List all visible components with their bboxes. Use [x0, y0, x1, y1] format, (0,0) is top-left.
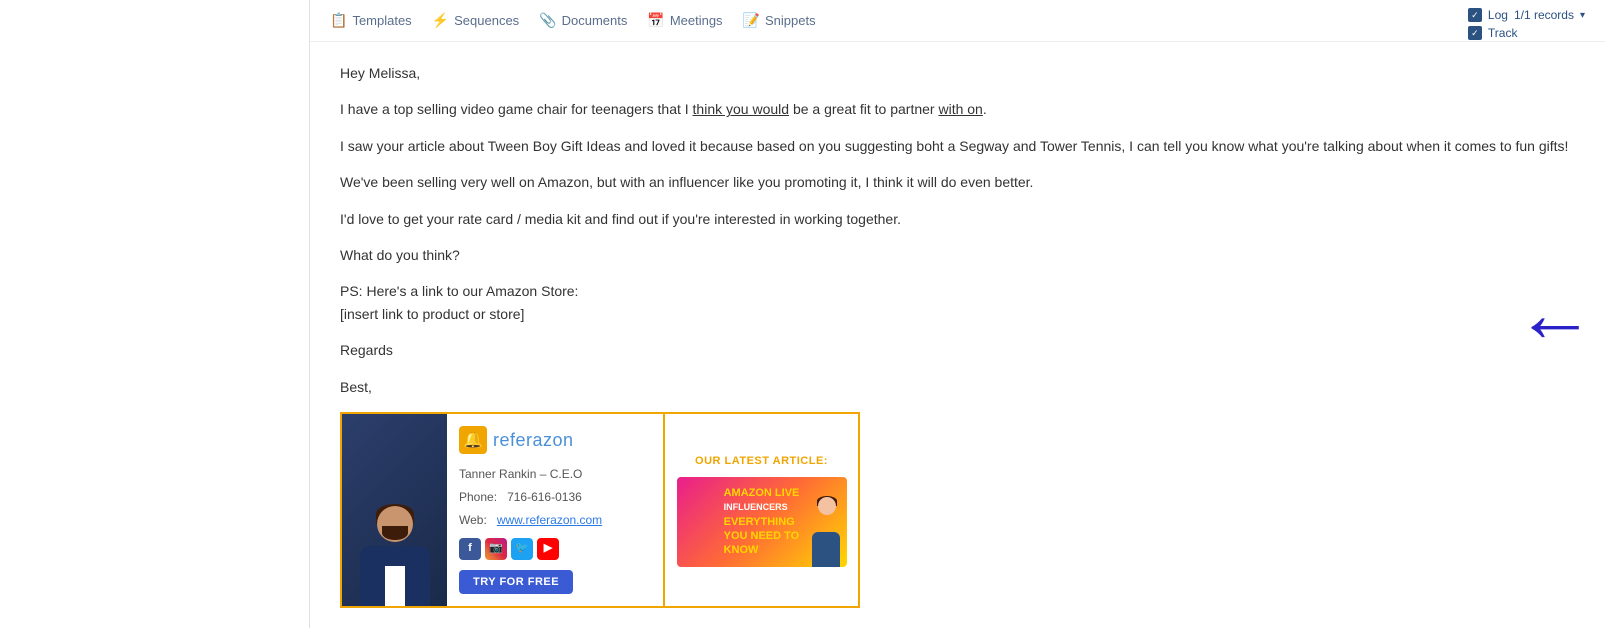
- banner-head: [818, 497, 836, 515]
- banner-line4: YOU NEED TO: [724, 530, 800, 542]
- avatar-background: [342, 414, 447, 606]
- facebook-icon[interactable]: f: [459, 538, 481, 560]
- log-row[interactable]: ✓ Log 1/1 records ▾: [1468, 8, 1585, 22]
- log-checkbox-icon: ✓: [1468, 8, 1482, 22]
- toolbar-snippets[interactable]: 📝 Snippets: [743, 12, 816, 29]
- log-label: Log: [1488, 8, 1508, 22]
- phone-number: 716-616-0136: [507, 490, 582, 504]
- toolbar-documents[interactable]: 📎 Documents: [539, 12, 627, 29]
- snippets-icon: 📝: [743, 12, 760, 29]
- twitter-icon[interactable]: 🐦: [511, 538, 533, 560]
- sig-name: Tanner Rankin – C.E.O: [459, 465, 651, 484]
- banner-text: AMAZON LIVE INFLUENCERS EVERYTHING YOU N…: [716, 478, 808, 565]
- signature-article-section: OUR LATEST ARTICLE: AMAZON LIVE INFLUENC…: [663, 414, 858, 606]
- referazon-logo: 🔔 referazon: [459, 426, 651, 455]
- logo-icon: 🔔: [459, 426, 487, 454]
- signature-avatar-section: [342, 414, 447, 606]
- banner-line2: INFLUENCERS: [724, 502, 788, 512]
- meetings-icon: 📅: [647, 12, 664, 29]
- arrow-indicator: ←: [1515, 274, 1595, 354]
- banner-line3: EVERYTHING: [724, 516, 795, 528]
- toolbar: 📋 Templates ⚡ Sequences 📎 Documents 📅 Me…: [310, 0, 1605, 42]
- article-label: OUR LATEST ARTICLE:: [695, 453, 828, 471]
- records-dropdown-icon[interactable]: ▾: [1580, 10, 1585, 21]
- email-para4: I'd love to get your rate card / media k…: [340, 208, 1575, 230]
- email-para6: PS: Here's a link to our Amazon Store: […: [340, 280, 1575, 325]
- toolbar-meetings[interactable]: 📅 Meetings: [647, 12, 722, 29]
- sig-phone: Phone: 716-616-0136: [459, 488, 651, 507]
- article-banner: AMAZON LIVE INFLUENCERS EVERYTHING YOU N…: [677, 477, 847, 567]
- left-sidebar: [0, 0, 310, 628]
- snippets-label: Snippets: [765, 13, 816, 28]
- email-para5: What do you think?: [340, 244, 1575, 266]
- records-label: 1/1 records: [1514, 8, 1574, 22]
- track-label: Track: [1488, 26, 1518, 40]
- templates-label: Templates: [352, 13, 411, 28]
- documents-label: Documents: [562, 13, 628, 28]
- underline-with-on: with on: [938, 101, 982, 117]
- banner-line5: KNOW: [724, 544, 759, 556]
- documents-icon: 📎: [539, 12, 556, 29]
- banner-line1: AMAZON LIVE: [724, 487, 800, 499]
- avatar-figure: [355, 496, 435, 606]
- email-best: Best,: [340, 376, 1575, 398]
- avatar-body: [360, 546, 430, 606]
- signature-contact-section: 🔔 referazon Tanner Rankin – C.E.O Phone:…: [447, 414, 663, 606]
- web-url-link[interactable]: www.referazon.com: [497, 513, 602, 527]
- main-content: 📋 Templates ⚡ Sequences 📎 Documents 📅 Me…: [310, 0, 1605, 628]
- sequences-label: Sequences: [454, 13, 519, 28]
- sig-web: Web: www.referazon.com: [459, 511, 651, 530]
- email-body: Hey Melissa, I have a top selling video …: [310, 42, 1605, 628]
- avatar-shirt: [385, 566, 405, 606]
- instagram-icon[interactable]: 📷: [485, 538, 507, 560]
- underline-think-you-would: think you would: [693, 101, 790, 117]
- phone-label: Phone:: [459, 490, 497, 504]
- logo-text: referazon: [493, 426, 574, 455]
- email-greeting: Hey Melissa,: [340, 62, 1575, 84]
- templates-icon: 📋: [330, 12, 347, 29]
- meetings-label: Meetings: [670, 13, 723, 28]
- track-row[interactable]: ✓ Track: [1468, 26, 1585, 40]
- sequences-icon: ⚡: [432, 12, 449, 29]
- try-for-free-button[interactable]: TRY FOR FREE: [459, 570, 573, 594]
- toolbar-templates[interactable]: 📋 Templates: [330, 12, 412, 29]
- email-regards: Regards: [340, 339, 1575, 361]
- ps-line2: [insert link to product or store]: [340, 306, 524, 322]
- ps-line1: PS: Here's a link to our Amazon Store:: [340, 283, 578, 299]
- email-para2: I saw your article about Tween Boy Gift …: [340, 135, 1575, 157]
- top-right-controls: ✓ Log 1/1 records ▾ ✓ Track: [1468, 8, 1585, 40]
- track-checkbox-icon: ✓: [1468, 26, 1482, 40]
- email-para1: I have a top selling video game chair fo…: [340, 98, 1575, 120]
- web-label: Web:: [459, 513, 487, 527]
- signature-box: 🔔 referazon Tanner Rankin – C.E.O Phone:…: [340, 412, 860, 608]
- banner-body: [812, 532, 840, 567]
- avatar-beard: [382, 526, 408, 540]
- youtube-icon[interactable]: ▶: [537, 538, 559, 560]
- email-para3: We've been selling very well on Amazon, …: [340, 171, 1575, 193]
- social-icons-row: f 📷 🐦 ▶: [459, 538, 651, 560]
- toolbar-sequences[interactable]: ⚡ Sequences: [432, 12, 520, 29]
- page-wrapper: 📋 Templates ⚡ Sequences 📎 Documents 📅 Me…: [0, 0, 1605, 628]
